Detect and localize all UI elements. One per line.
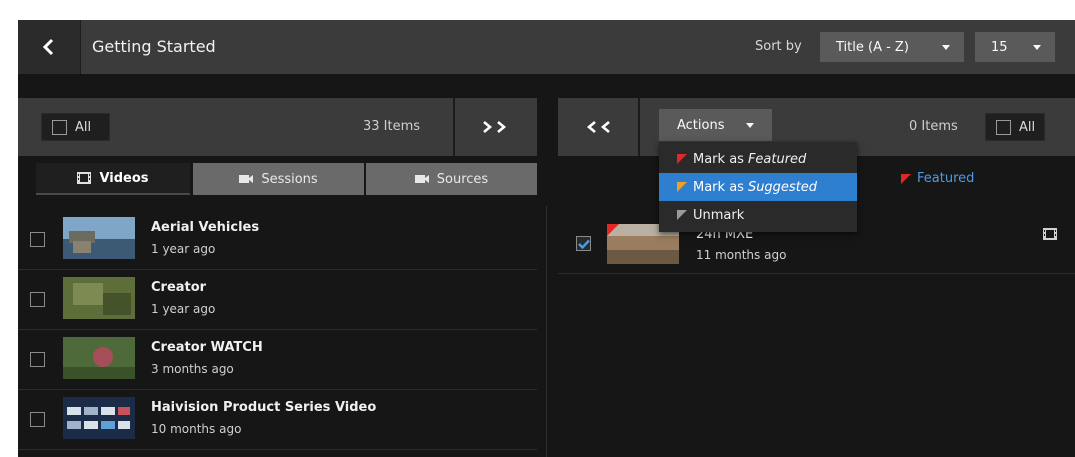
red-flag-icon bbox=[901, 173, 911, 184]
chevron-left-icon bbox=[42, 38, 54, 56]
row-date: 10 months ago bbox=[151, 422, 242, 436]
menu-item-prefix: Mark as bbox=[693, 151, 744, 167]
row-checkbox[interactable] bbox=[30, 232, 45, 247]
tab-sources-label: Sources bbox=[436, 171, 489, 187]
top-bar: Getting Started Sort by Title (A - Z) 15 bbox=[18, 20, 1075, 74]
right-items-count: 0 Items bbox=[909, 119, 958, 134]
row-date: 3 months ago bbox=[151, 362, 234, 376]
caret-down-icon bbox=[1033, 45, 1041, 50]
page-size-value: 15 bbox=[991, 39, 1008, 55]
checkmark-icon bbox=[577, 239, 590, 249]
gray-flag-icon bbox=[677, 210, 687, 220]
featured-legend: Featured bbox=[901, 171, 974, 186]
left-items-count: 33 Items bbox=[363, 119, 421, 134]
row-title: Creator WATCH bbox=[151, 340, 263, 355]
checkbox[interactable] bbox=[52, 119, 67, 135]
row-title: Aerial Vehicles bbox=[151, 220, 260, 235]
menu-item-emphasis: Suggested bbox=[747, 179, 818, 195]
tab-sessions[interactable]: Sessions bbox=[193, 163, 364, 195]
menu-item-prefix: Mark as bbox=[693, 179, 744, 195]
row-date: 1 year ago bbox=[151, 302, 216, 316]
tab-videos-label: Videos bbox=[99, 170, 149, 186]
row-date: 1 year ago bbox=[151, 242, 216, 256]
checkbox[interactable] bbox=[996, 119, 1011, 135]
back-button[interactable] bbox=[18, 20, 80, 74]
move-right-button[interactable] bbox=[453, 98, 535, 156]
list-item[interactable]: Creator 1 year ago bbox=[18, 270, 537, 330]
video-thumbnail bbox=[63, 337, 135, 379]
double-chevron-right-icon bbox=[483, 121, 507, 133]
move-left-button[interactable] bbox=[558, 98, 640, 156]
list-item[interactable]: Aerial Vehicles 1 year ago bbox=[18, 210, 537, 270]
tab-videos[interactable]: Videos bbox=[36, 163, 190, 195]
list-item[interactable]: Haivision Product Series Video 10 months… bbox=[18, 390, 537, 450]
video-camera-icon bbox=[414, 175, 429, 183]
row-date: 11 months ago bbox=[696, 248, 787, 262]
menu-item-mark-suggested[interactable]: Mark as Suggested bbox=[659, 173, 857, 201]
film-icon bbox=[1043, 228, 1057, 240]
caret-down-icon bbox=[942, 45, 950, 50]
tab-sessions-label: Sessions bbox=[261, 171, 318, 187]
video-thumbnail bbox=[63, 217, 135, 259]
featured-legend-label: Featured bbox=[917, 171, 975, 186]
row-title: Creator bbox=[151, 280, 207, 295]
orange-flag-icon bbox=[677, 182, 687, 192]
sort-dropdown[interactable]: Title (A - Z) bbox=[820, 32, 964, 62]
double-chevron-left-icon bbox=[586, 121, 610, 133]
video-thumbnail bbox=[63, 277, 135, 319]
row-checkbox-checked[interactable] bbox=[576, 236, 591, 251]
menu-item-mark-featured[interactable]: Mark as Featured bbox=[659, 145, 857, 173]
select-all-right[interactable]: All bbox=[985, 113, 1045, 141]
caret-down-icon bbox=[746, 123, 754, 128]
row-checkbox[interactable] bbox=[30, 412, 45, 427]
menu-item-unmark[interactable]: Unmark bbox=[659, 201, 857, 229]
list-item[interactable]: Creator WATCH 3 months ago bbox=[18, 330, 537, 390]
column-divider bbox=[546, 206, 547, 457]
actions-button[interactable]: Actions bbox=[659, 109, 772, 141]
select-all-left[interactable]: All bbox=[41, 113, 110, 141]
sort-label: Sort by bbox=[755, 39, 802, 54]
divider bbox=[80, 20, 81, 74]
select-all-label: All bbox=[75, 119, 92, 135]
actions-menu: Mark as Featured Mark as Suggested Unmar… bbox=[659, 142, 857, 232]
tab-sources[interactable]: Sources bbox=[366, 163, 537, 195]
actions-label: Actions bbox=[677, 117, 725, 133]
menu-item-emphasis: Featured bbox=[747, 151, 807, 167]
video-thumbnail bbox=[63, 397, 135, 439]
row-title: Haivision Product Series Video bbox=[151, 400, 377, 415]
red-flag-icon bbox=[677, 154, 687, 164]
type-tabs: Videos Sessions Sources bbox=[18, 163, 537, 195]
page-title: Getting Started bbox=[92, 37, 216, 56]
row-checkbox[interactable] bbox=[30, 292, 45, 307]
camera-icon bbox=[239, 175, 254, 183]
select-all-label: All bbox=[1019, 119, 1036, 135]
sort-dropdown-value: Title (A - Z) bbox=[836, 39, 909, 55]
page-size-dropdown[interactable]: 15 bbox=[975, 32, 1055, 62]
left-panel-toolbar: All 33 Items bbox=[18, 98, 537, 156]
row-checkbox[interactable] bbox=[30, 352, 45, 367]
menu-item-prefix: Unmark bbox=[693, 207, 745, 223]
film-icon bbox=[77, 172, 92, 184]
